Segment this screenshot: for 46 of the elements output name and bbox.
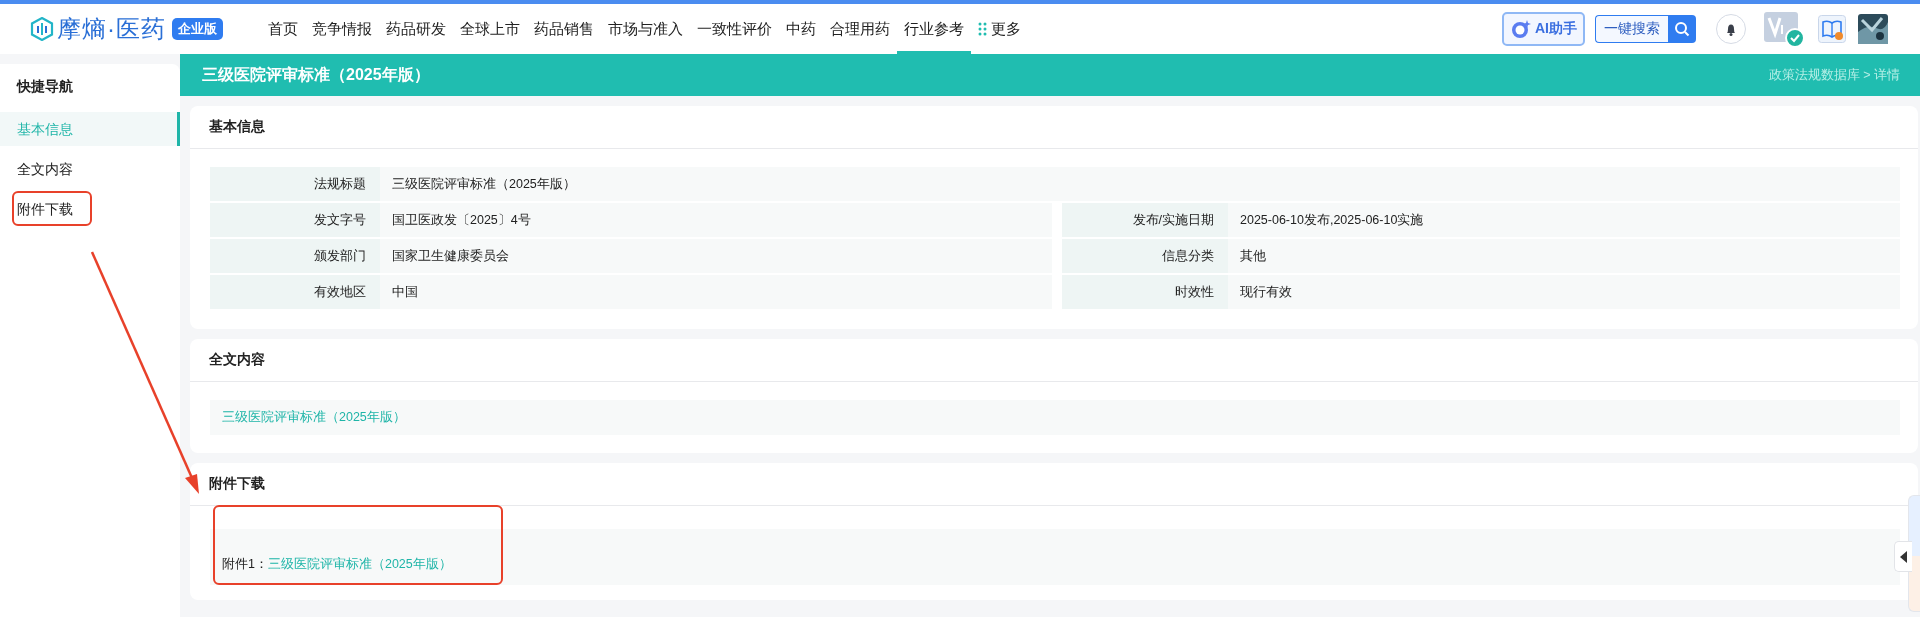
attachment-label: 附件1：	[222, 556, 268, 573]
nav-tab[interactable]: 一致性评价	[690, 4, 779, 54]
search-icon	[1674, 21, 1690, 37]
nav-tab[interactable]: 药品研发	[379, 4, 453, 54]
page-title: 三级医院评审标准（2025年版）	[202, 64, 430, 85]
search-button[interactable]	[1668, 15, 1696, 43]
grid-dots-icon	[978, 22, 987, 36]
sidebar-item[interactable]: 全文内容	[0, 152, 180, 186]
field-label: 发文字号	[210, 203, 380, 237]
quick-search-button[interactable]: 一键搜索	[1595, 15, 1668, 43]
nav-tab[interactable]: 药品销售	[527, 4, 601, 54]
sparkle-icon	[1510, 19, 1532, 39]
field-label: 时效性	[1062, 275, 1228, 309]
section-title: 全文内容	[190, 339, 1918, 382]
ai-assistant-button[interactable]: AI助手	[1502, 12, 1585, 46]
more-menu[interactable]: 更多	[971, 4, 1028, 54]
vip-badge-icon[interactable]	[1764, 10, 1806, 48]
field-value: 三级医院评审标准（2025年版）	[380, 167, 1900, 201]
notification-button[interactable]	[1716, 14, 1746, 44]
nav-tab[interactable]: 首页	[261, 4, 305, 54]
field-label: 颁发部门	[210, 239, 380, 273]
section-title: 基本信息	[190, 106, 1918, 149]
book-help-icon[interactable]	[1818, 15, 1846, 43]
field-label: 有效地区	[210, 275, 380, 309]
sidebar-title: 快捷导航	[15, 77, 74, 96]
field-value: 2025-06-10发布,2025-06-10实施	[1228, 203, 1900, 237]
logo-text[interactable]: 摩熵·医药	[57, 13, 166, 45]
field-value: 国家卫生健康委员会	[380, 239, 1052, 273]
nav-tab[interactable]: 合理用药	[823, 4, 897, 54]
bell-icon	[1724, 22, 1738, 36]
field-label: 法规标题	[210, 167, 380, 201]
field-value: 现行有效	[1228, 275, 1900, 309]
field-label: 发布/实施日期	[1062, 203, 1228, 237]
field-value: 国卫医政发〔2025〕4号	[380, 203, 1052, 237]
field-value: 中国	[380, 275, 1052, 309]
triangle-left-icon	[1900, 550, 1907, 563]
field-label: 信息分类	[1062, 239, 1228, 273]
nav-tab[interactable]: 市场与准入	[601, 4, 690, 54]
field-value: 其他	[1228, 239, 1900, 273]
nav-tab[interactable]: 竞争情报	[305, 4, 379, 54]
edition-badge: 企业版	[172, 18, 223, 40]
logo-icon	[30, 17, 54, 41]
collapse-button[interactable]	[1894, 541, 1912, 572]
nav-tab[interactable]: 中药	[779, 4, 823, 54]
sidebar-item[interactable]: 附件下载	[0, 192, 180, 226]
nav-tab[interactable]: 全球上市	[453, 4, 527, 54]
